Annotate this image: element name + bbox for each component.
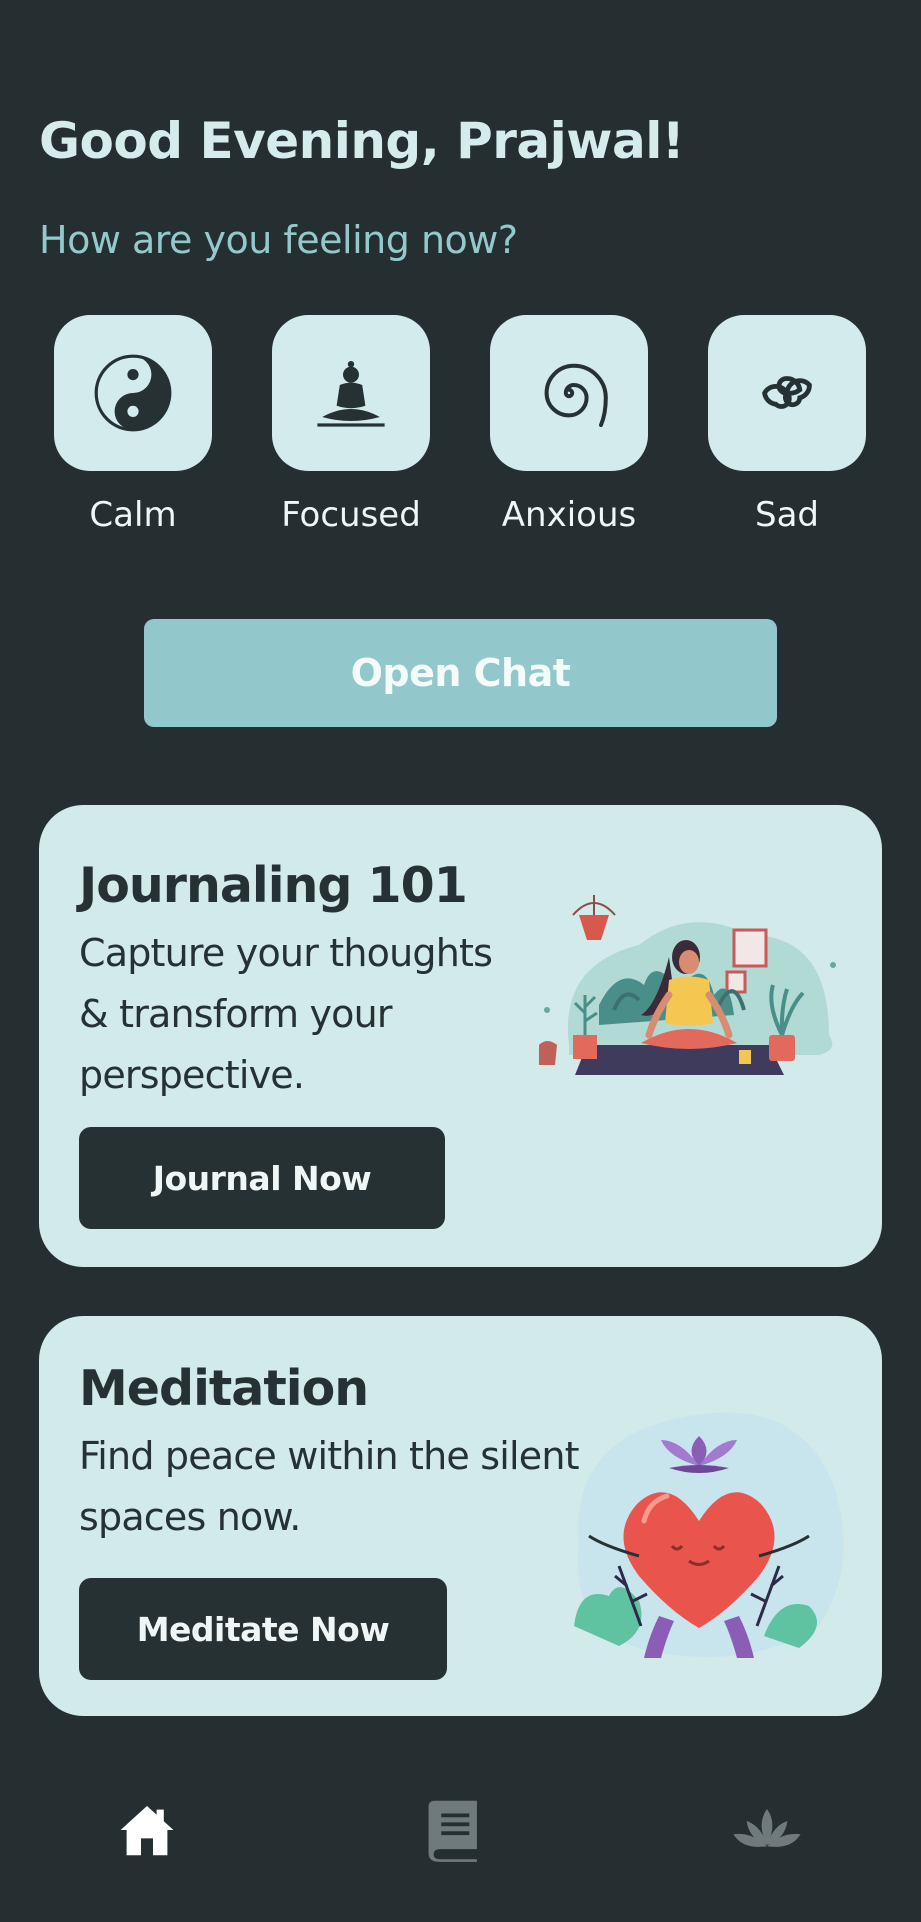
meditate-now-button[interactable]: Meditate Now: [79, 1578, 447, 1680]
mood-label-calm: Calm: [89, 495, 177, 535]
woman-meditating-illustration: [539, 895, 836, 1075]
nav-journal[interactable]: [414, 1790, 494, 1870]
mood-tile-anxious[interactable]: [490, 315, 648, 471]
meditation-card: Meditation Find peace within the silent …: [39, 1316, 882, 1716]
mood-tile-calm[interactable]: [54, 315, 212, 471]
greeting-title: Good Evening, Prajwal!: [39, 112, 685, 170]
journaling-title: Journaling 101: [79, 857, 468, 914]
home-screen: Good Evening, Prajwal! How are you feeli…: [0, 0, 921, 1922]
meditation-title: Meditation: [79, 1360, 369, 1417]
mood-focused[interactable]: Focused: [272, 315, 430, 535]
mood-tile-sad[interactable]: [708, 315, 866, 471]
lotus-icon: [733, 1809, 801, 1847]
spiral-icon: [544, 363, 608, 427]
open-chat-button[interactable]: Open Chat: [144, 619, 777, 727]
book-icon: [428, 1800, 477, 1862]
journal-now-button[interactable]: Journal Now: [79, 1127, 445, 1229]
mood-label-anxious: Anxious: [501, 495, 637, 535]
triskelion-icon: [762, 376, 812, 409]
mood-prompt: How are you feeling now?: [39, 218, 518, 262]
mood-anxious[interactable]: Anxious: [490, 315, 648, 535]
mood-label-sad: Sad: [755, 495, 819, 535]
mood-sad[interactable]: Sad: [708, 315, 866, 535]
meditation-description: Find peace within the silent spaces now.: [79, 1434, 580, 1539]
mood-tile-focused[interactable]: [272, 315, 430, 471]
home-icon: [120, 1806, 174, 1856]
yin-yang-icon: [94, 354, 172, 432]
bottom-navigation: [0, 1790, 921, 1900]
mood-label-focused: Focused: [281, 495, 421, 535]
heart-meditation-illustration: [574, 1412, 844, 1658]
nav-home[interactable]: [107, 1790, 187, 1870]
nav-meditate[interactable]: [727, 1790, 807, 1870]
meditating-buddha-icon: [317, 361, 385, 427]
mood-calm[interactable]: Calm: [54, 315, 212, 535]
mood-selector: Calm Focused Anxious Sad: [0, 315, 921, 545]
journaling-description: Capture your thoughts & transform your p…: [79, 931, 493, 1097]
journaling-card: Journaling 101 Capture your thoughts & t…: [39, 805, 882, 1267]
